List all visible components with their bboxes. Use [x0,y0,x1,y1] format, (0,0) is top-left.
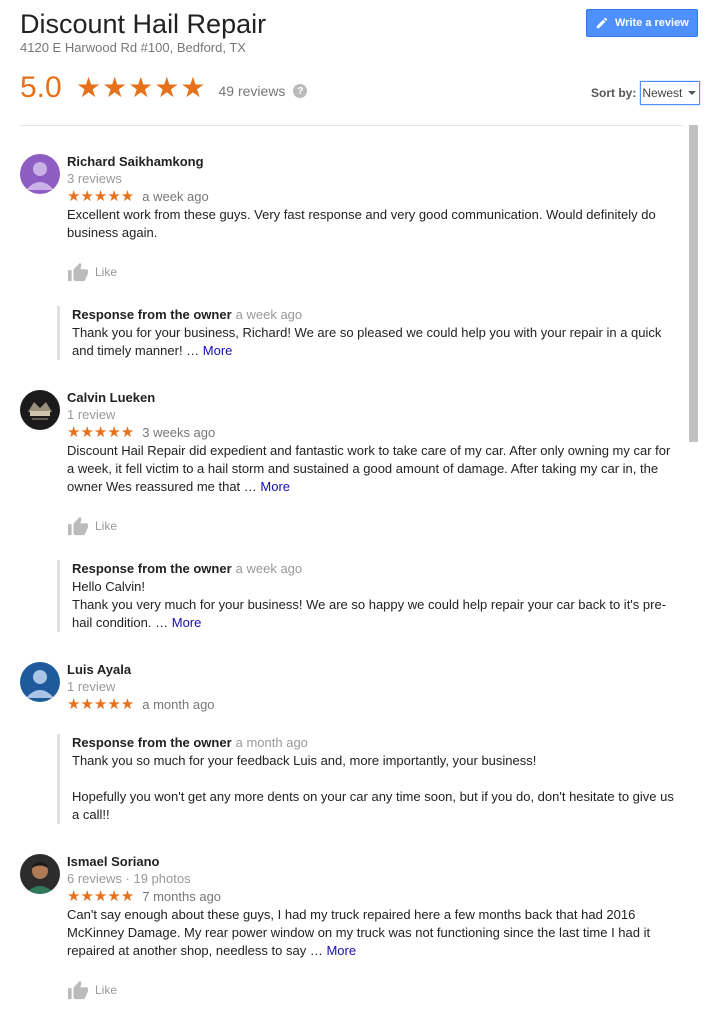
review-time: a week ago [142,189,209,204]
overall-stars: ★★★★★ [76,72,207,103]
like-button[interactable]: Like [67,262,117,282]
reviewer-name[interactable]: Calvin Lueken [67,390,155,406]
review-text: Discount Hail Repair did expedient and f… [67,442,672,496]
review-count[interactable]: 49 reviews [219,83,286,99]
review-stars: ★★★★★ [67,424,135,441]
ellipsis: … [240,479,261,494]
owner-response-time: a month ago [235,735,308,750]
divider [20,125,683,126]
user-silhouette-icon [20,154,60,194]
reviewer-meta: 1 review [67,679,116,694]
user-photo-icon [20,854,60,894]
more-link[interactable]: More [260,479,290,494]
owner-response-title: Response from the owner [72,307,232,322]
like-button[interactable]: Like [67,516,117,536]
owner-response-title: Response from the owner [72,735,232,750]
avatar[interactable] [20,662,60,702]
like-label: Like [95,983,118,997]
review-item: Ismael Soriano 6 reviews · 19 photos ★★★… [20,854,680,1011]
more-link[interactable]: More [203,343,233,358]
write-review-label: Write a review [615,17,689,29]
review-time: a month ago [142,697,215,712]
thumbs-up-icon [68,516,88,536]
review-stars: ★★★★★ [67,696,135,713]
owner-response-title: Response from the owner [72,561,232,576]
owner-response: Response from the owner a month ago Thank… [57,734,677,824]
sort-label: Sort by: [591,86,637,100]
review-text: Can't say enough about these guys, I had… [67,906,672,960]
avatar[interactable] [20,854,60,894]
like-label: Like [95,265,118,279]
review-stars: ★★★★★ [67,188,135,205]
thumbs-up-icon [68,262,88,282]
sort-select[interactable]: Newest [640,81,701,105]
user-photo-icon [20,390,60,430]
review-rating: ★★★★★ a month ago [67,696,215,714]
reviewer-meta: 6 reviews · 19 photos [67,871,191,886]
business-address: 4120 E Harwood Rd #100, Bedford, TX [20,40,246,55]
review-text-body: Can't say enough about these guys, I had… [67,907,651,958]
owner-response: Response from the owner a week ago Thank … [57,306,677,360]
like-button[interactable]: Like [67,980,117,1000]
review-time: 7 months ago [142,889,222,904]
review-stars: ★★★★★ [67,888,135,905]
scrollbar-thumb[interactable] [689,125,698,442]
review-item: Calvin Lueken 1 review ★★★★★ 3 weeks ago… [20,390,680,640]
owner-response-greeting: Hello Calvin! [72,579,145,594]
thumbs-up-icon [68,980,88,1000]
reviewer-name[interactable]: Luis Ayala [67,662,131,678]
review-rating: ★★★★★ 3 weeks ago [67,424,215,442]
write-review-button[interactable]: Write a review [586,9,698,37]
reviewer-name[interactable]: Richard Saikhamkong [67,154,204,170]
reviewer-meta: 1 review [67,407,116,422]
chevron-down-icon [688,91,697,95]
pencil-icon [596,17,608,29]
reviewer-name[interactable]: Ismael Soriano [67,854,159,870]
avatar[interactable] [20,390,60,430]
owner-response-line: Thank you so much for your feedback Luis… [72,753,537,768]
review-text-body: Discount Hail Repair did expedient and f… [67,443,671,494]
owner-response: Response from the owner a week ago Hello … [57,560,677,632]
overall-rating: 5.0 ★★★★★ 49 reviews ? [20,70,308,106]
user-silhouette-icon [20,662,60,702]
avatar[interactable] [20,154,60,194]
ellipsis: … [306,943,327,958]
review-item: Richard Saikhamkong 3 reviews ★★★★★ a we… [20,154,680,369]
more-link[interactable]: More [326,943,356,958]
review-item: Luis Ayala 1 review ★★★★★ a month ago Re… [20,662,680,832]
owner-response-text: Thank you for your business, Richard! We… [72,325,662,358]
review-time: 3 weeks ago [142,425,216,440]
review-rating: ★★★★★ a week ago [67,188,209,206]
owner-response-text: Hopefully you won't get any more dents o… [72,789,674,822]
ellipsis: … [151,615,172,630]
review-text: Excellent work from these guys. Very fas… [67,207,656,240]
ellipsis: … [182,343,203,358]
like-label: Like [95,519,118,533]
review-rating: ★★★★★ 7 months ago [67,888,221,906]
sort-control: Sort by: Newest [591,81,701,105]
sort-selected-value: Newest [642,86,683,100]
owner-response-time: a week ago [235,307,303,322]
help-icon[interactable]: ? [293,84,308,98]
reviewer-meta: 3 reviews [67,171,122,186]
owner-response-time: a week ago [235,561,303,576]
more-link[interactable]: More [172,615,202,630]
rating-value: 5.0 [20,71,62,104]
